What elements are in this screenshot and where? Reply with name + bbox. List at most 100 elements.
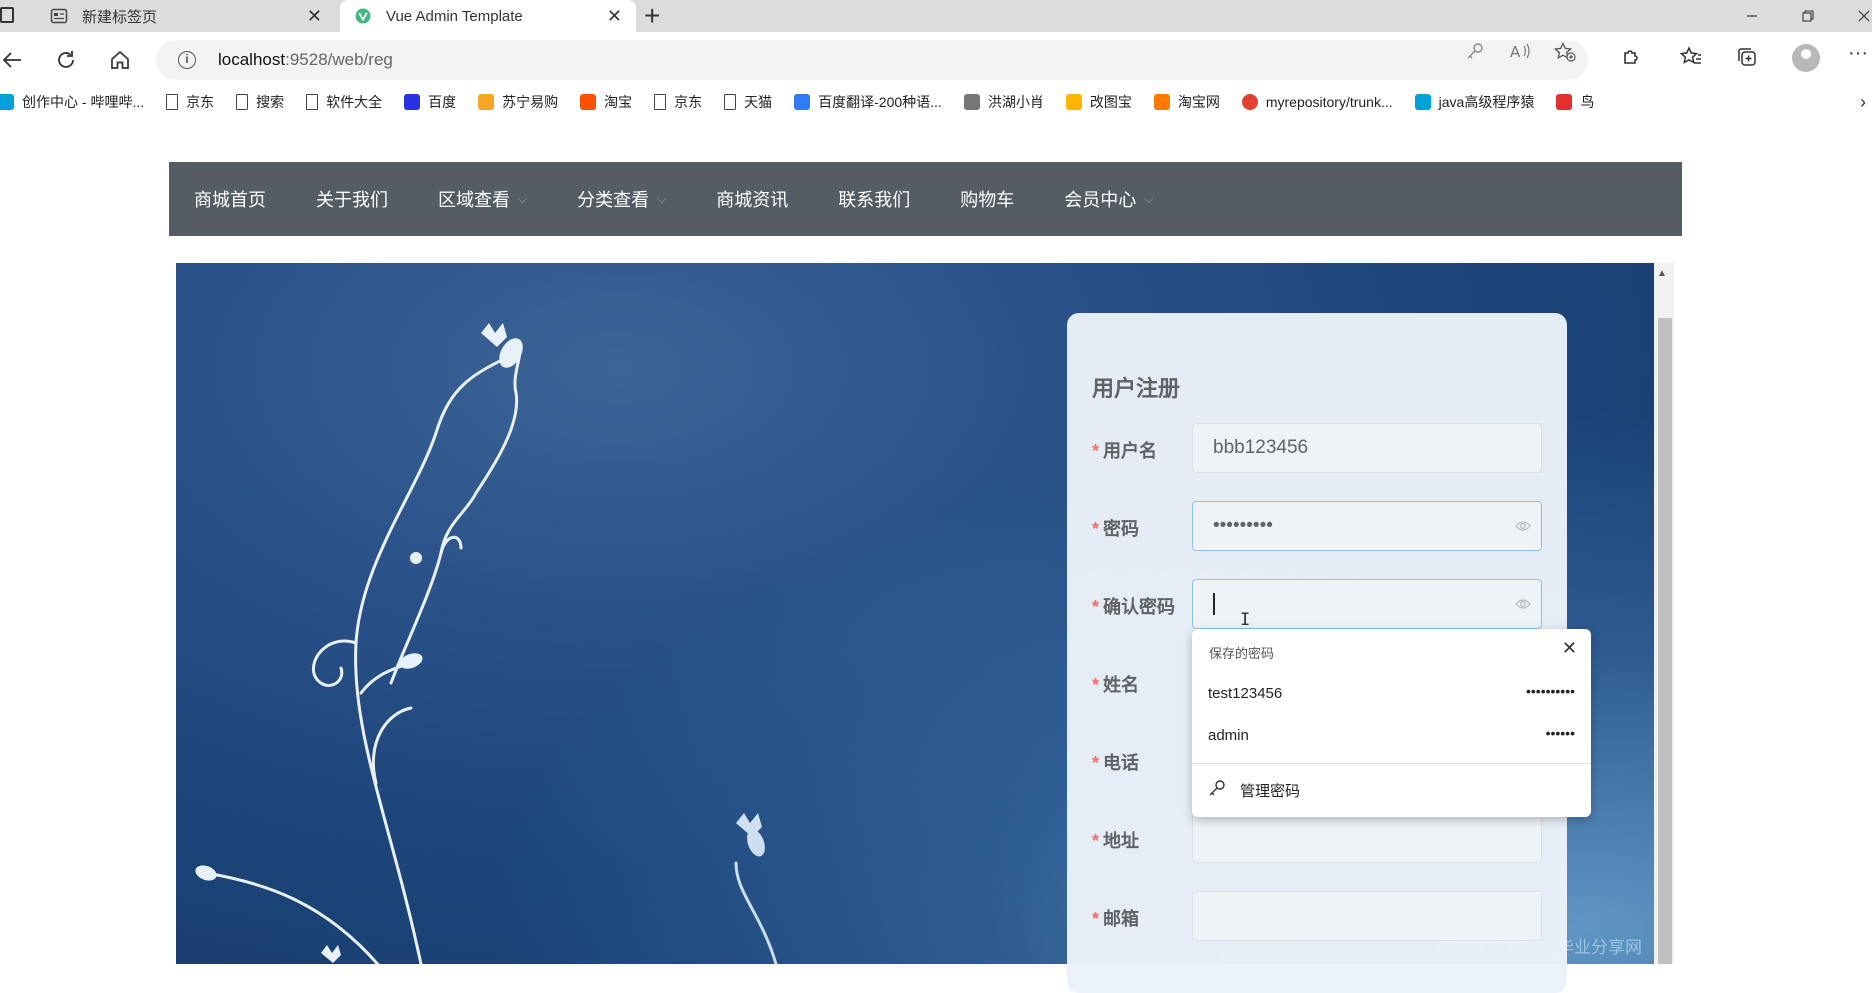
tab-vue-admin[interactable]: Vue Admin Template ✕ [340,0,636,32]
bookmark-item[interactable]: 百度 [404,92,456,112]
nav-item[interactable]: 区域查看 ⌵ [413,162,552,236]
bookmark-item[interactable]: 创作中心 - 哔哩哔... [0,92,144,112]
required-mark: * [1092,441,1100,461]
bookmark-item[interactable]: 改图宝 [1065,92,1132,112]
page-icon [654,94,667,110]
nav-item[interactable]: 商城资讯 [691,162,813,236]
bookmark-item[interactable]: 搜索 [236,92,284,112]
form-label-text: 确认密码 [1103,597,1176,617]
collections-icon[interactable] [1736,46,1758,74]
bookmark-label: 苏宁易购 [502,94,559,110]
bookmark-label: 京东 [186,94,215,110]
nav-item-label: 购物车 [960,190,1015,210]
saved-password-popup: 保存的密码 ✕ test123456 •••••••••• admin ••••… [1192,629,1591,817]
scroll-up-arrow-icon[interactable]: ▲ [1657,268,1667,279]
bookmark-item[interactable]: java高级程序猿 [1414,92,1534,112]
page-icon [166,94,179,110]
browser-tab-bar: 新建标签页 ✕ Vue Admin Template ✕ + [0,0,1872,32]
bookmark-label: 淘宝 [604,94,633,110]
bookmark-item[interactable]: 苏宁易购 [478,92,558,112]
url-field[interactable]: i localhost:9528/web/reg [156,40,1588,80]
bookmark-label: 天猫 [744,94,773,110]
tab-title: Vue Admin Template [386,7,523,25]
page-icon [306,94,319,110]
bookmark-label: myrepository/trunk... [1265,94,1393,110]
profile-avatar[interactable] [1792,44,1820,72]
chevron-down-icon: ⌵ [1144,191,1154,206]
extensions-icon[interactable] [1620,46,1642,74]
manage-passwords-button[interactable]: 管理密码 [1208,779,1300,801]
saved-username: test123456 [1208,685,1283,702]
bookmark-item[interactable]: 京东 [166,92,214,112]
site-info-icon[interactable]: i [178,51,196,69]
nav-item[interactable]: 购物车 [935,162,1039,236]
saved-password-entry[interactable]: test123456 •••••••••• [1192,674,1591,714]
form-input[interactable]: ••••••••• [1192,501,1542,551]
bookmark-item[interactable]: 百度翻译-200种语... [794,92,942,112]
bookmark-label: 京东 [674,94,703,110]
new-tab-plus-icon[interactable]: + [644,1,660,31]
form-label: * 确认密码 [1092,593,1175,619]
tab-title: 新建标签页 [82,8,158,26]
bookmark-item[interactable]: 洪湖小肖 [963,92,1044,112]
scrollbar-thumb[interactable] [1658,318,1672,964]
form-input[interactable] [1192,813,1542,863]
required-mark: * [1092,753,1100,773]
more-menu-icon[interactable]: ··· [1848,42,1868,65]
form-label: * 地址 [1092,827,1139,853]
key-icon[interactable] [1466,42,1484,65]
eye-icon[interactable] [1515,502,1531,569]
restore-icon[interactable] [1780,0,1836,32]
translate-icon [794,94,811,110]
close-window-icon[interactable] [1836,0,1872,32]
baidu-paw-icon [404,94,421,110]
chevron-right-icon[interactable]: › [1860,92,1866,113]
nav-item-label: 商城资讯 [716,190,789,210]
close-tab-icon[interactable]: ✕ [607,6,622,27]
home-icon[interactable] [102,42,138,78]
form-label-text: 电话 [1103,753,1140,773]
form-label: * 电话 [1092,749,1139,775]
tab-new-tab[interactable]: 新建标签页 ✕ [36,0,336,32]
form-input[interactable] [1192,891,1542,941]
saved-password-mask: •••••••••• [1525,683,1575,699]
minimize-icon[interactable] [1724,0,1780,32]
bookmark-item[interactable]: 淘宝网 [1153,92,1220,112]
nav-item[interactable]: 分类查看 ⌵ [552,162,691,236]
close-icon[interactable]: ✕ [1562,638,1577,659]
favorites-icon[interactable] [1679,46,1702,74]
form-input[interactable]: bbb123456 [1192,423,1542,473]
form-label: * 用户名 [1092,437,1157,463]
read-aloud-icon[interactable]: A [1510,42,1532,65]
nav-item[interactable]: 商城首页 [169,162,291,236]
form-row: * 密码 ••••••••• [1067,501,1567,551]
bookmark-label: 创作中心 - 哔哩哔... [22,94,145,110]
form-title: 用户注册 [1092,376,1181,401]
bird-icon [963,94,980,110]
nav-item[interactable]: 联系我们 [813,162,935,236]
form-label-text: 用户名 [1103,441,1158,461]
form-row: * 用户名 bbb123456 [1067,423,1567,473]
tab-actions-icon[interactable] [0,7,14,23]
back-arrow-icon[interactable] [0,42,30,78]
bookmark-label: 百度 [428,94,457,110]
add-favorite-icon[interactable] [1553,41,1576,67]
nav-item[interactable]: 关于我们 [291,162,413,236]
bookmark-item[interactable]: 天猫 [724,92,772,112]
refresh-icon[interactable] [48,42,84,78]
close-tab-icon[interactable]: ✕ [307,6,322,27]
bookmark-item[interactable]: myrepository/trunk... [1241,94,1393,110]
input-value: ••••••••• [1213,515,1273,536]
saved-password-entry[interactable]: admin •••••• [1192,716,1591,756]
required-mark: * [1092,597,1100,617]
bookmark-item[interactable]: 鸟 [1556,92,1594,112]
form-label: * 密码 [1092,515,1139,541]
bookmark-item[interactable]: 京东 [654,92,702,112]
chrome-icon [1241,94,1258,110]
nav-item[interactable]: 会员中心 ⌵ [1039,162,1178,236]
bookmark-item[interactable]: 软件大全 [306,92,382,112]
site-nav-menu: 商城首页 关于我们 区域查看 ⌵ 分类查看 ⌵ 商城资讯 联系我们 购物车 会员中心 ⌵ [169,162,1682,236]
form-label: * 姓名 [1092,671,1139,697]
bird-red-icon [1556,94,1573,110]
bookmark-item[interactable]: 淘宝 [580,92,632,112]
